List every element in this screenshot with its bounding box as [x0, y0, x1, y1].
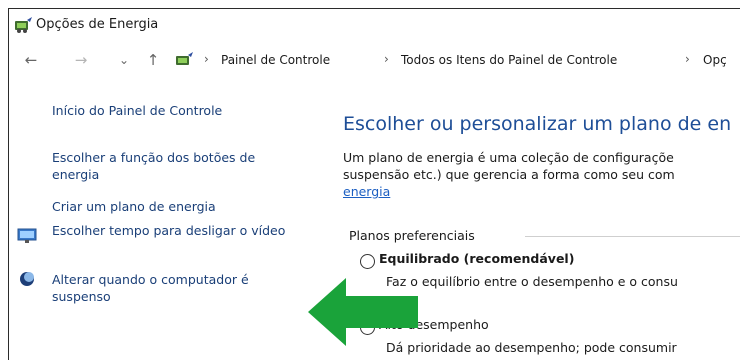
sidebar-item-create-plan[interactable]: Criar um plano de energia — [52, 198, 216, 215]
forward-button[interactable]: → — [71, 49, 91, 71]
plan-description: Um plano de energia é uma coleção de con… — [343, 149, 740, 200]
section-divider — [525, 236, 740, 237]
breadcrumb-separator: › — [384, 52, 389, 66]
breadcrumb-power-options[interactable]: Opç — [703, 53, 727, 67]
breadcrumb-separator: › — [685, 52, 690, 66]
description-line-2: suspensão etc.) que gerencia a forma com… — [343, 167, 675, 182]
sidebar-item-control-panel-home[interactable]: Início do Painel de Controle — [52, 102, 222, 119]
breadcrumb-control-panel[interactable]: Painel de Controle — [221, 53, 330, 67]
window-title: Opções de Energia — [36, 17, 159, 32]
display-icon — [17, 228, 37, 243]
description-line-1: Um plano de energia é uma coleção de con… — [343, 150, 674, 165]
control-panel-icon — [176, 52, 193, 65]
plan-high-performance-description: Dá prioridade ao desempenho; pode consum… — [386, 340, 677, 355]
annotation-arrow-icon — [308, 278, 418, 346]
navigation-bar: ← → ⌄ ↑ › Painel de Controle › Todos os … — [9, 45, 740, 75]
up-button[interactable]: ↑ — [143, 49, 163, 71]
energy-link[interactable]: energia — [343, 184, 390, 199]
plan-balanced-description: Faz o equilíbrio entre o desempenho e o … — [386, 274, 678, 289]
preferred-plans-label: Planos preferenciais — [349, 228, 481, 243]
recent-locations-button[interactable]: ⌄ — [114, 49, 134, 71]
sidebar-item-power-buttons[interactable]: Escolher a função dos botões de energia — [52, 149, 287, 183]
breadcrumb-all-items[interactable]: Todos os Itens do Painel de Controle — [401, 53, 617, 67]
sleep-moon-icon — [20, 272, 34, 286]
sidebar-item-sleep-settings[interactable]: Alterar quando o computador é suspenso — [52, 271, 297, 305]
sidebar-item-display-timeout[interactable]: Escolher tempo para desligar o vídeo — [52, 222, 297, 239]
plan-balanced-name[interactable]: Equilibrado (recomendável) — [379, 251, 574, 266]
title-bar: Opções de Energia — [9, 9, 740, 43]
page-heading: Escolher ou personalizar um plano de en — [343, 113, 732, 135]
breadcrumb-separator: › — [204, 52, 209, 66]
power-options-icon — [15, 17, 32, 33]
back-button[interactable]: ← — [21, 49, 41, 71]
plan-balanced-radio[interactable] — [360, 254, 375, 269]
